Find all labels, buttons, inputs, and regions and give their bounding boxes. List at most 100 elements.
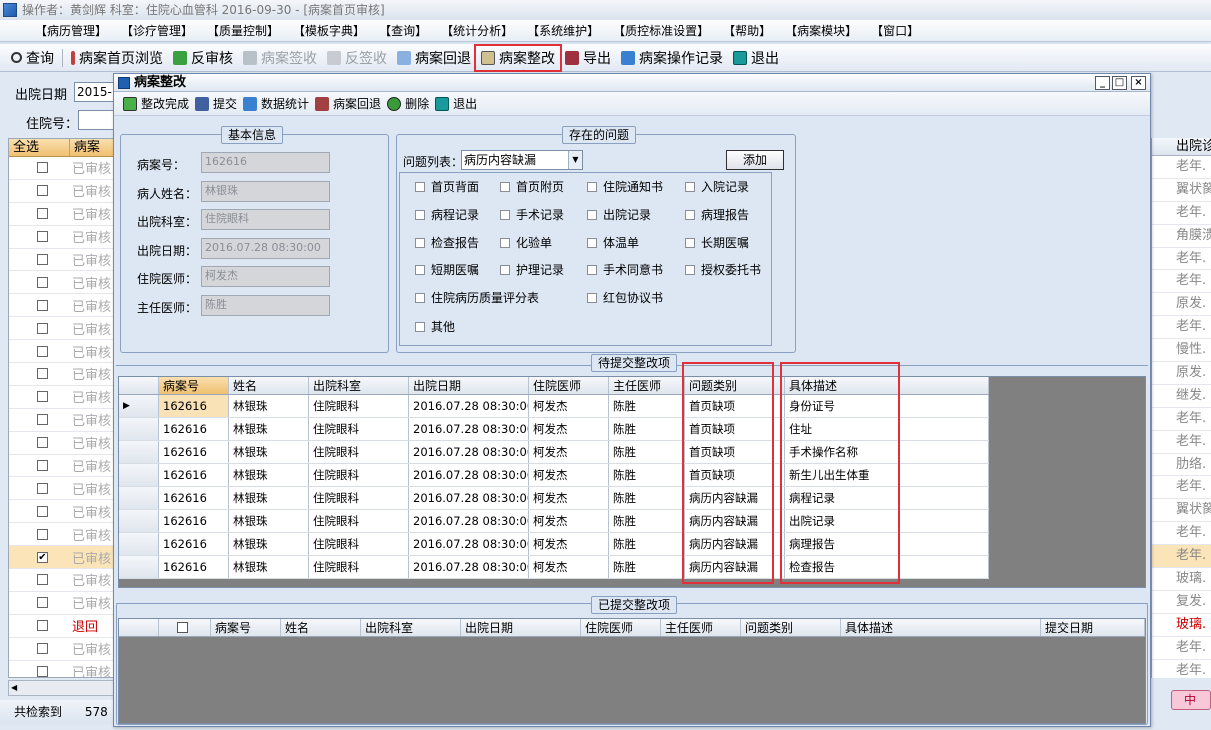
record-row[interactable]: 退回 [9,615,115,638]
row-checkbox[interactable] [37,620,48,632]
stats-button[interactable]: 数据统计 [240,92,312,116]
row-checkbox[interactable] [37,345,48,357]
return-button[interactable]: 病案回退 [392,46,476,70]
row-checkbox[interactable] [37,322,48,334]
record-row[interactable]: 已审核 [9,638,115,661]
record-row[interactable]: 已审核 [9,569,115,592]
operation-record-button[interactable]: 病案操作记录 [616,46,728,70]
pending-header-cell[interactable]: 病案号 [159,377,229,394]
problem-checkbox[interactable]: 首页附页 [500,178,564,195]
record-row[interactable]: 已审核 [9,500,115,524]
menu-item-5[interactable]: 【统计分析】 [434,22,520,39]
record-row[interactable]: 已审核 [9,477,115,501]
rectify-button[interactable]: 病案整改 [474,43,562,72]
problem-checkbox[interactable]: 体温单 [587,234,639,251]
browse-button[interactable]: 病案首页浏览 [66,46,168,70]
pending-header-cell[interactable]: 主任医师 [609,377,685,394]
row-checkbox[interactable] [37,414,48,426]
problem-checkbox[interactable]: 出院记录 [587,206,651,223]
record-row[interactable]: 已审核 [9,386,115,409]
submitted-header-cell[interactable]: 出院科室 [361,619,461,636]
pending-header-cell[interactable]: 出院科室 [309,377,409,394]
row-checkbox[interactable] [37,231,48,243]
pending-header-cell[interactable]: 姓名 [229,377,309,394]
submitted-header-cell[interactable]: 问题类别 [741,619,841,636]
submitted-header-cell[interactable]: 提交日期 [1041,619,1145,636]
mid-button[interactable]: 中 [1171,690,1211,710]
reverse-audit-button[interactable]: 反审核 [168,46,238,70]
row-checkbox[interactable] [37,597,48,609]
menu-item-9[interactable]: 【病案模块】 [778,22,864,39]
select-all-header[interactable]: 全选 [9,139,70,156]
delete-button[interactable]: 删除 [384,92,432,116]
record-row[interactable]: 已审核 [9,203,115,226]
record-row[interactable]: 已审核 [9,294,115,318]
exit-button[interactable]: 退出 [728,46,784,70]
problem-checkbox[interactable]: 红包协议书 [587,289,663,306]
problem-checkbox[interactable]: 首页背面 [415,178,479,195]
rectify-complete-button[interactable]: 整改完成 [120,92,192,116]
record-row[interactable]: 已审核 [9,432,115,455]
row-checkbox[interactable] [37,254,48,265]
record-row[interactable]: 已审核 [9,363,115,386]
record-row[interactable]: 已审核 [9,271,115,295]
record-row[interactable]: 已审核 [9,249,115,272]
submitted-header-cell[interactable]: 住院医师 [581,619,661,636]
problem-checkbox[interactable]: 住院通知书 [587,178,663,195]
select-all-checkbox[interactable] [159,619,211,636]
record-row[interactable]: 已审核 [9,523,115,547]
horizontal-scrollbar[interactable]: ◀ [8,680,116,696]
problem-checkbox[interactable]: 授权委托书 [685,261,761,278]
close-button[interactable]: × [1131,76,1146,90]
row-checkbox[interactable] [37,185,48,197]
menu-item-3[interactable]: 【模板字典】 [286,22,372,39]
record-row[interactable]: 已审核 [9,592,115,615]
record-row[interactable]: 已审核 [9,317,115,341]
minimize-button[interactable]: _ [1095,76,1110,90]
pending-header-cell[interactable]: 出院日期 [409,377,529,394]
problem-checkbox[interactable]: 住院病历质量评分表 [415,289,539,306]
menu-item-10[interactable]: 【窗口】 [864,22,926,39]
record-row[interactable]: 已审核 [9,340,115,364]
row-checkbox[interactable] [37,666,48,677]
record-row[interactable]: 已审核 [9,661,115,677]
problem-list-combo[interactable]: 病历内容缺漏 ▼ [461,150,583,170]
row-checkbox[interactable] [37,528,48,540]
menu-item-7[interactable]: 【质控标准设置】 [606,22,716,39]
submitted-header-cell[interactable]: 姓名 [281,619,361,636]
row-checkbox[interactable] [37,162,48,174]
row-checkbox[interactable] [37,368,48,380]
row-checkbox[interactable]: ✔ [37,551,48,563]
problem-checkbox[interactable]: 检查报告 [415,234,479,251]
submit-button[interactable]: 提交 [192,92,240,116]
submitted-header-cell[interactable]: 出院日期 [461,619,581,636]
row-checkbox[interactable] [37,208,48,220]
record-row[interactable]: ✔ 已审核 [9,546,115,570]
problem-checkbox[interactable]: 护理记录 [500,261,564,278]
problem-checkbox[interactable]: 其他 [415,318,455,335]
problem-checkbox[interactable]: 短期医嘱 [415,261,479,278]
submitted-header-cell[interactable]: 主任医师 [661,619,741,636]
chevron-down-icon[interactable]: ▼ [568,151,582,169]
problem-checkbox[interactable]: 化验单 [500,234,552,251]
inpatient-no-input[interactable] [78,110,114,130]
record-row[interactable]: 已审核 [9,455,115,478]
scroll-left-icon[interactable]: ◀ [11,683,17,692]
row-checkbox[interactable] [37,505,48,517]
discharge-date-input[interactable]: 2015- [74,82,114,102]
menu-item-4[interactable]: 【查询】 [372,22,434,39]
problem-checkbox[interactable]: 长期医嘱 [685,234,749,251]
menu-item-1[interactable]: 【诊疗管理】 [114,22,200,39]
problem-checkbox[interactable]: 病程记录 [415,206,479,223]
record-row[interactable]: 已审核 [9,409,115,432]
pending-header-cell[interactable]: 住院医师 [529,377,609,394]
add-button[interactable]: 添加 [726,150,784,170]
row-checkbox[interactable] [37,482,48,494]
row-checkbox[interactable] [37,643,48,655]
unsign-button[interactable]: 反签收 [322,46,392,70]
problem-checkbox[interactable]: 病理报告 [685,206,749,223]
query-button[interactable]: 查询 [6,46,59,70]
record-row[interactable]: 已审核 [9,180,115,203]
maximize-button[interactable]: □ [1112,76,1127,90]
menu-item-2[interactable]: 【质量控制】 [200,22,286,39]
